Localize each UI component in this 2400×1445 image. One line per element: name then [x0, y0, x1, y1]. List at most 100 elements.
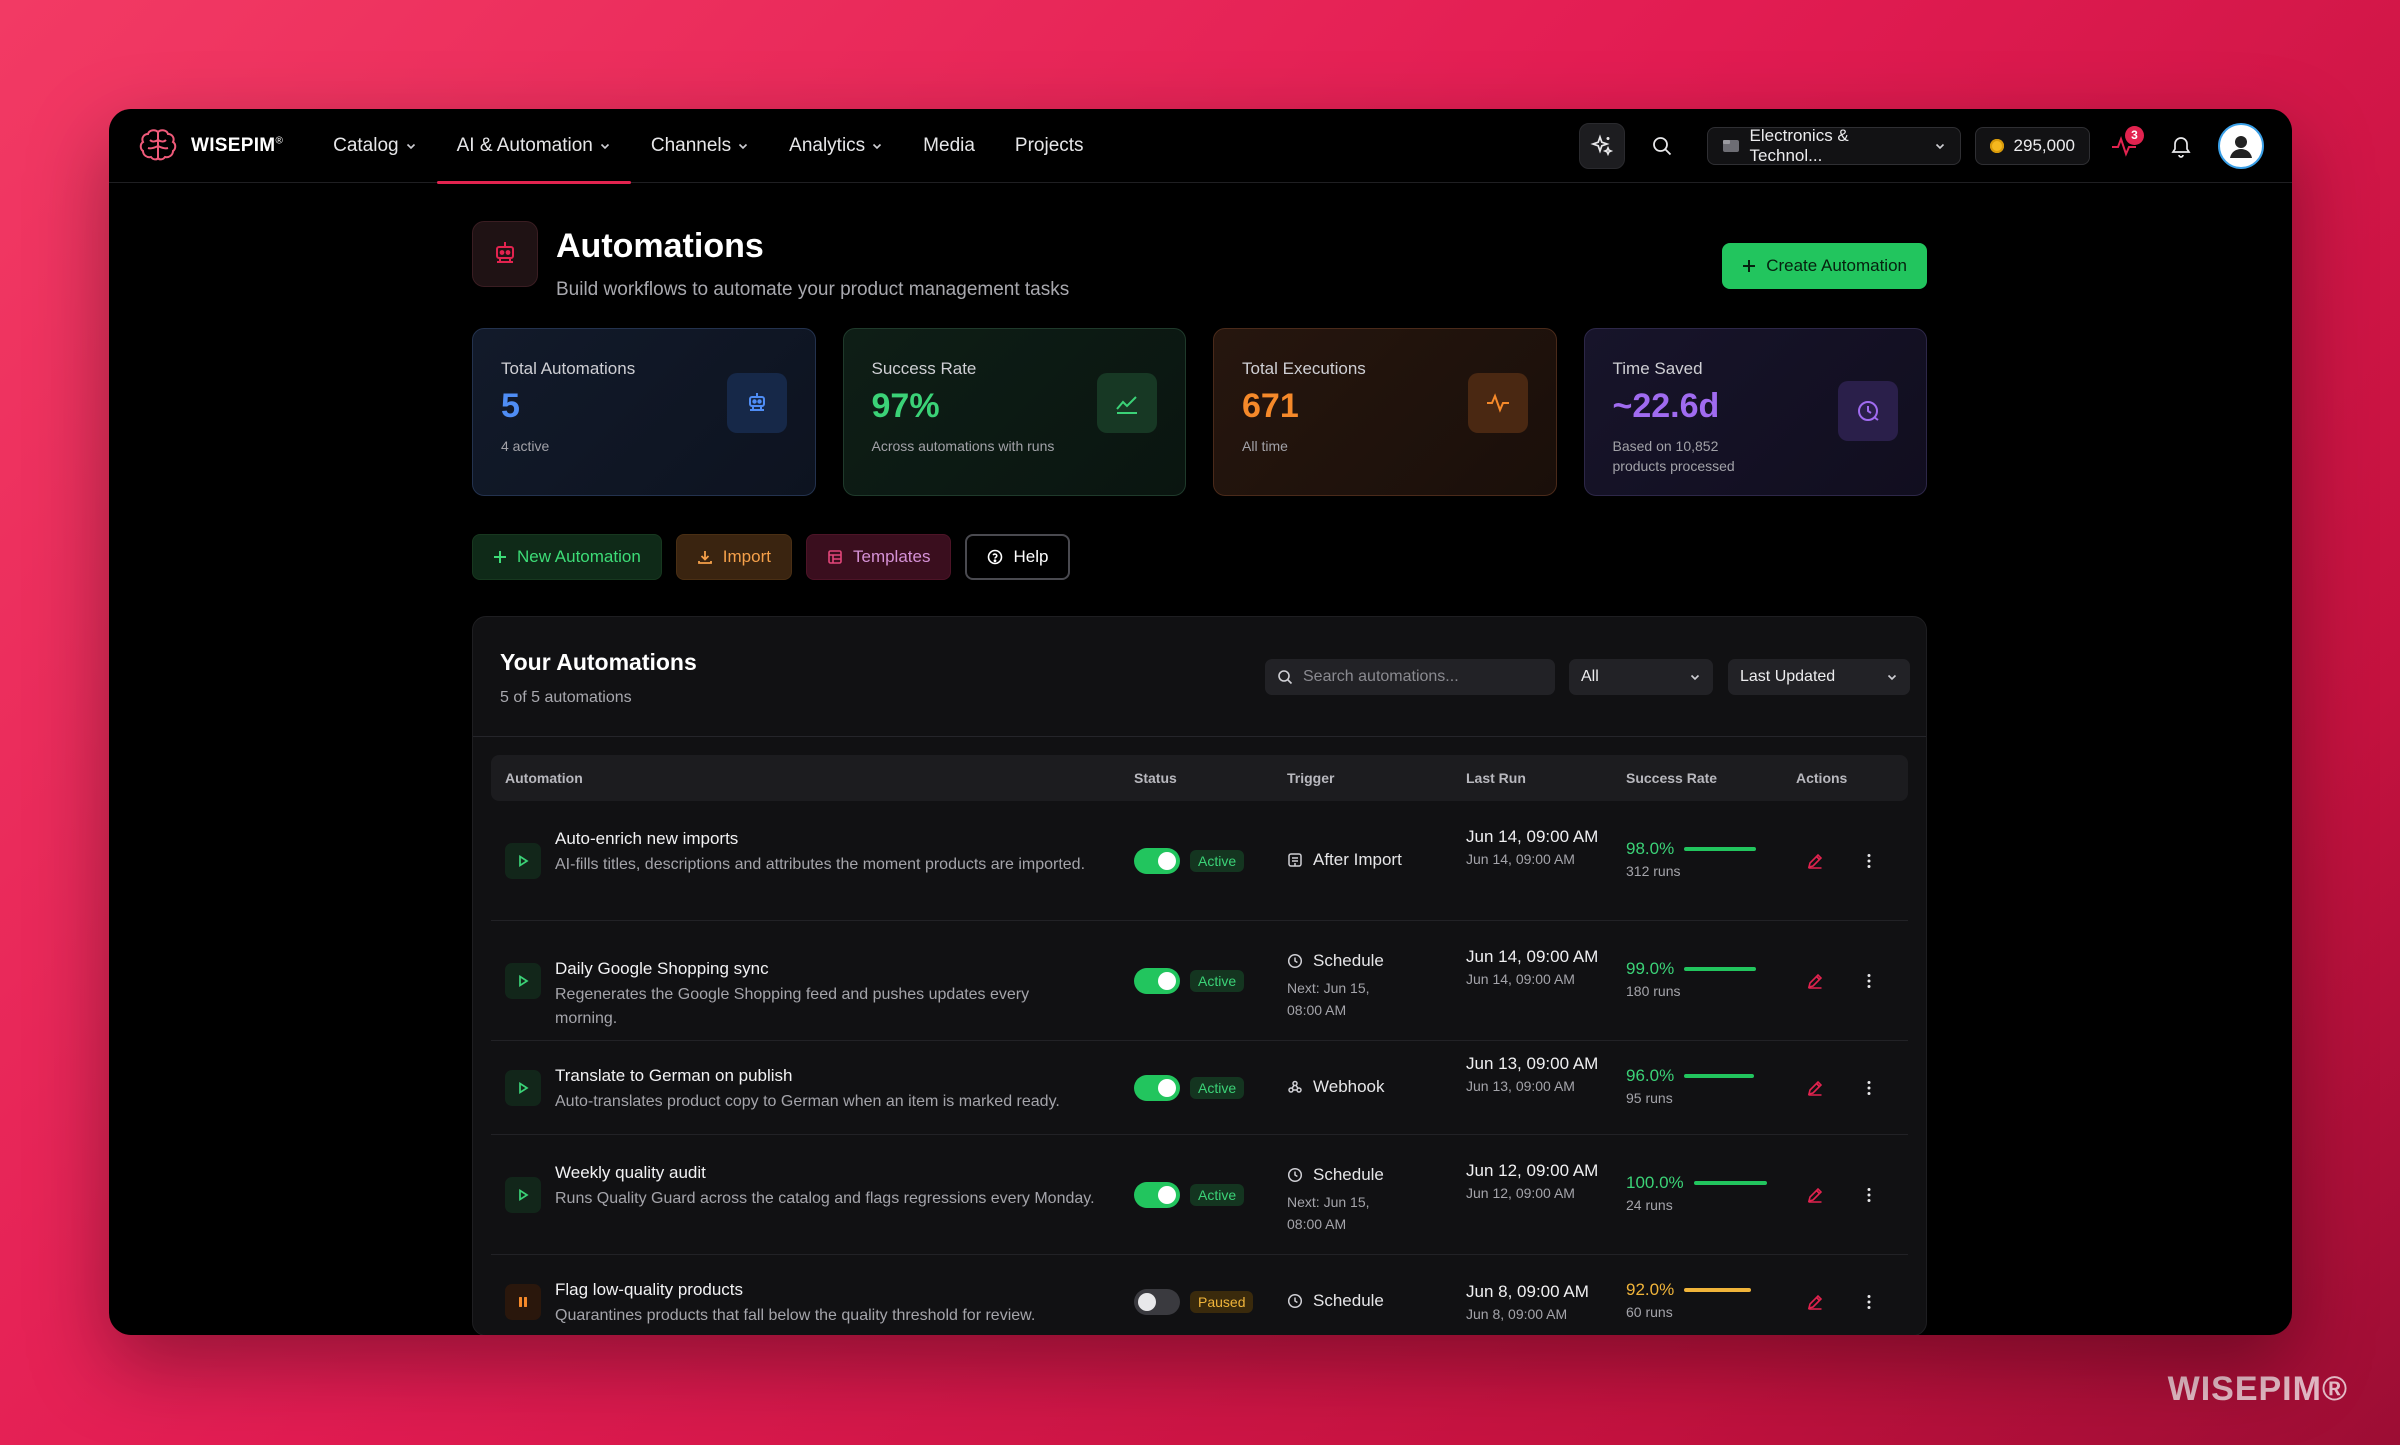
automations-table: Automation Status Trigger Last Run Succe…	[491, 755, 1908, 1335]
more-options-icon[interactable]	[1855, 1181, 1883, 1209]
automation-info[interactable]: Translate to German on publish Auto-tran…	[555, 1066, 1095, 1114]
new-automation-button[interactable]: New Automation	[472, 534, 662, 580]
credits-display[interactable]: 295,000	[1974, 126, 2090, 165]
chevron-down-icon	[600, 143, 609, 149]
folder-icon	[1722, 139, 1739, 152]
table-row[interactable]: Auto-enrich new imports AI-fills titles,…	[491, 801, 1908, 921]
user-icon	[2230, 135, 2252, 158]
webhook-icon	[1287, 1079, 1303, 1095]
more-options-icon[interactable]	[1855, 847, 1883, 875]
activity-button[interactable]: 3	[2104, 125, 2144, 166]
search-icon	[1278, 670, 1293, 685]
col-automation: Automation	[505, 770, 583, 786]
edit-icon[interactable]	[1801, 1288, 1829, 1316]
edit-icon[interactable]	[1801, 847, 1829, 875]
nav-channels[interactable]: Channels	[631, 109, 769, 183]
top-nav: WISEPIM® Catalog AI & Automation Channel…	[109, 109, 2292, 184]
table-row[interactable]: Translate to German on publish Auto-tran…	[491, 1041, 1908, 1135]
download-icon	[697, 551, 712, 564]
play-icon[interactable]	[505, 843, 541, 879]
nav-ai-automation[interactable]: AI & Automation	[436, 109, 632, 184]
nav-catalog-label: Catalog	[333, 134, 399, 156]
templates-button[interactable]: Templates	[805, 534, 952, 580]
play-icon[interactable]	[505, 963, 541, 999]
notifications-button[interactable]	[2158, 123, 2204, 169]
automation-info[interactable]: Daily Google Shopping sync Regenerates t…	[555, 959, 1095, 1031]
last-run-cell: Jun 14, 09:00 AM Jun 14, 09:00 AM	[1466, 945, 1606, 987]
pause-icon[interactable]	[505, 1284, 541, 1320]
nav-catalog[interactable]: Catalog	[313, 109, 437, 183]
automation-name: Weekly quality audit	[555, 1163, 706, 1182]
create-automation-button[interactable]: Create Automation	[1722, 243, 1927, 289]
table-body: Auto-enrich new imports AI-fills titles,…	[491, 801, 1908, 1335]
success-rate-bar	[1684, 1074, 1755, 1078]
last-run-subtext: Jun 14, 09:00 AM	[1466, 851, 1575, 867]
success-rate-bar	[1684, 1288, 1752, 1292]
brand-name: WISEPIM®	[191, 134, 284, 156]
nav-analytics[interactable]: Analytics	[769, 109, 903, 183]
status-cell: Active	[1134, 1182, 1245, 1208]
table-row[interactable]: Weekly quality audit Runs Quality Guard …	[491, 1135, 1908, 1255]
more-options-icon[interactable]	[1855, 1288, 1883, 1316]
stat-label: Time Saved	[1612, 359, 1703, 378]
help-button[interactable]: Help	[965, 534, 1071, 580]
status-filter-select[interactable]: All	[1569, 659, 1713, 695]
ai-sparkle-button[interactable]	[1578, 122, 1625, 169]
user-avatar[interactable]	[2218, 122, 2264, 169]
automation-info[interactable]: Weekly quality audit Runs Quality Guard …	[555, 1163, 1095, 1211]
trigger-next-run: Next: Jun 15, 08:00 AM	[1287, 980, 1370, 1018]
enable-toggle[interactable]	[1134, 1289, 1180, 1315]
search-icon	[1652, 136, 1671, 155]
enable-toggle[interactable]	[1134, 848, 1180, 874]
trigger-cell: Schedule	[1287, 1291, 1384, 1311]
search-automations-input[interactable]: Search automations...	[1265, 659, 1555, 695]
nav-channels-label: Channels	[650, 134, 732, 156]
clock-icon	[1287, 953, 1303, 969]
robot-icon	[472, 221, 538, 287]
brand-logo[interactable]: WISEPIM®	[137, 125, 283, 167]
nav-projects[interactable]: Projects	[995, 109, 1104, 183]
col-success-rate: Success Rate	[1626, 770, 1718, 786]
automation-name: Daily Google Shopping sync	[555, 959, 769, 978]
coin-icon	[1989, 138, 2004, 153]
table-row[interactable]: Daily Google Shopping sync Regenerates t…	[491, 921, 1908, 1041]
play-icon[interactable]	[505, 1070, 541, 1106]
status-cell: Active	[1134, 968, 1245, 994]
run-count: 312 runs	[1626, 863, 1681, 879]
trigger-label: Schedule	[1313, 951, 1384, 970]
stat-sub: Based on 10,852 products processed	[1612, 438, 1735, 474]
success-rate-cell: 96.0% 95 runs	[1626, 1066, 1755, 1106]
edit-icon[interactable]	[1801, 1181, 1829, 1209]
enable-toggle[interactable]	[1134, 1075, 1180, 1101]
status-cell: Active	[1134, 1075, 1245, 1101]
more-options-icon[interactable]	[1855, 1074, 1883, 1102]
more-options-icon[interactable]	[1855, 967, 1883, 995]
play-icon[interactable]	[505, 1177, 541, 1213]
template-icon	[828, 550, 842, 564]
import-button[interactable]: Import	[675, 534, 792, 580]
success-rate-value: 99.0%	[1626, 959, 1675, 978]
enable-toggle[interactable]	[1134, 968, 1180, 994]
panel-count: 5 of 5 automations	[500, 689, 632, 706]
main-content: Automations Build workflows to automate …	[472, 183, 1927, 1335]
search-button[interactable]	[1639, 123, 1685, 169]
new-automation-label: New Automation	[517, 547, 641, 566]
trigger-cell: Webhook	[1287, 1077, 1385, 1097]
sort-value: Last Updated	[1740, 668, 1836, 685]
success-rate-value: 98.0%	[1626, 839, 1675, 858]
workspace-selector[interactable]: Electronics & Technol...	[1706, 126, 1961, 165]
chart-line-icon	[1097, 373, 1157, 433]
enable-toggle[interactable]	[1134, 1182, 1180, 1208]
nav-media[interactable]: Media	[903, 109, 995, 183]
automation-description: Auto-translates product copy to German w…	[555, 1093, 1060, 1110]
import-trigger-icon	[1287, 852, 1303, 868]
automation-info[interactable]: Flag low-quality products Quarantines pr…	[555, 1280, 1095, 1328]
sort-select[interactable]: Last Updated	[1728, 659, 1910, 695]
stat-sub: Across automations with runs	[871, 438, 1055, 454]
table-row[interactable]: Flag low-quality products Quarantines pr…	[491, 1255, 1908, 1335]
status-badge: Active	[1190, 1077, 1245, 1099]
edit-icon[interactable]	[1801, 967, 1829, 995]
edit-icon[interactable]	[1801, 1074, 1829, 1102]
automation-info[interactable]: Auto-enrich new imports AI-fills titles,…	[555, 829, 1095, 877]
chevron-down-icon	[406, 143, 415, 149]
